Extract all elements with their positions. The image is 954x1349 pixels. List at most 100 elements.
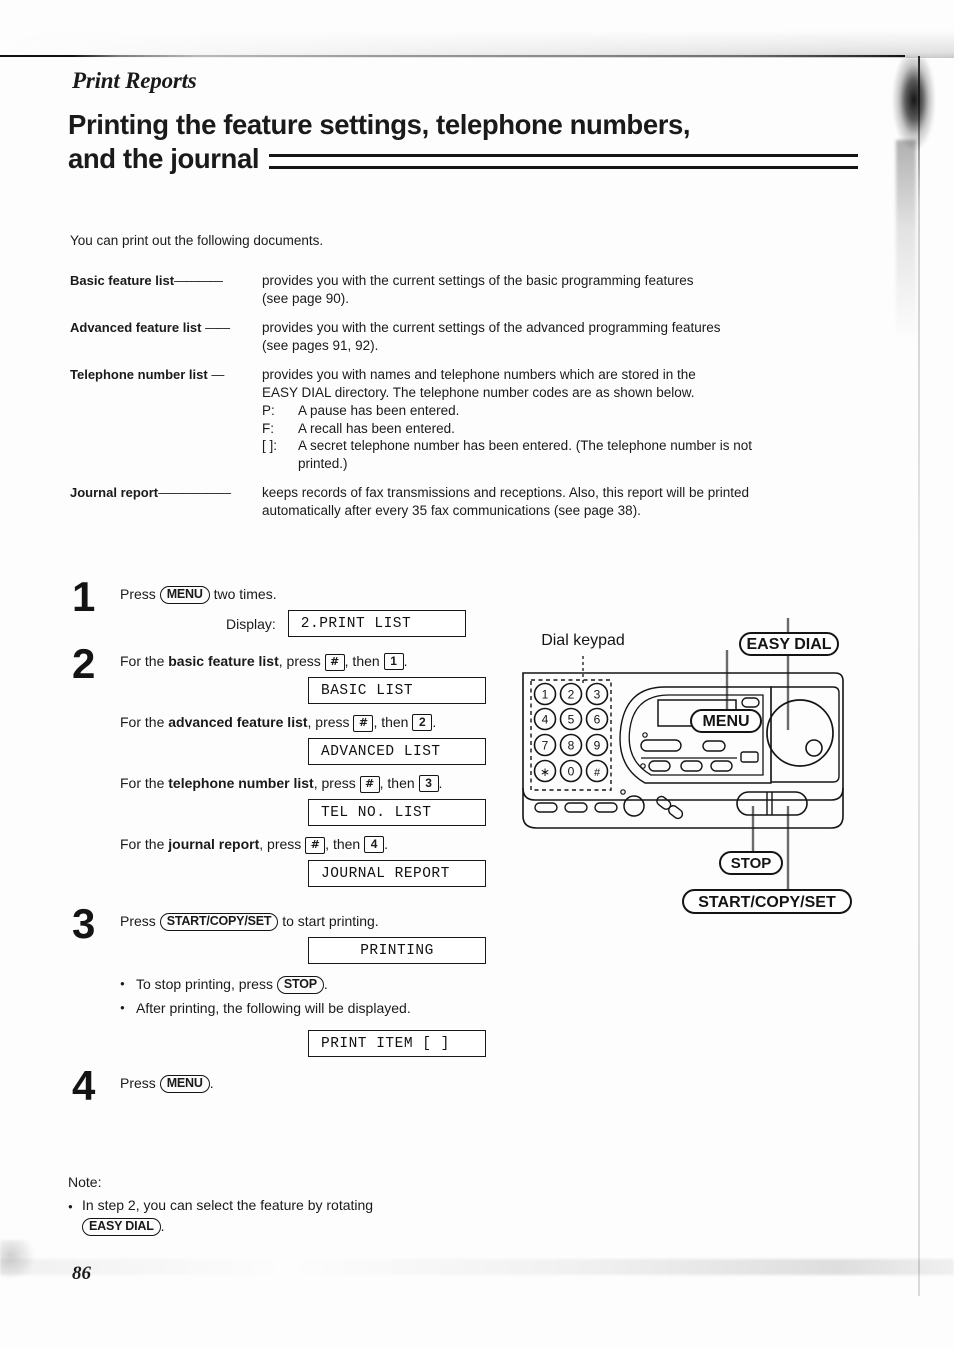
bottom-key-3	[594, 802, 618, 813]
function-key-right	[702, 740, 726, 752]
easy-dial-knob-dimple	[805, 739, 823, 757]
lcd-display: ADVANCED LIST	[308, 738, 486, 765]
scan-shadow-top	[0, 30, 954, 58]
definition-row-advanced: Advanced feature list —— provides you wi…	[70, 319, 860, 354]
step-3-display-print-item: PRINT ITEM [ ]	[308, 1030, 488, 1057]
definition-row-journal: Journal report—————— keeps records of fa…	[70, 484, 860, 519]
svg-text:3: 3	[594, 688, 601, 702]
function-key-1	[648, 760, 671, 772]
digit-key-button-3[interactable]: 3	[418, 775, 439, 792]
svg-text:2: 2	[568, 688, 575, 702]
lcd-display: BASIC LIST	[308, 677, 486, 704]
function-key-3	[710, 760, 733, 772]
step-1-text: Press MENU two times.	[120, 586, 277, 604]
page-title-line-2: and the journal	[68, 143, 260, 174]
running-head: Print Reports	[72, 68, 197, 93]
function-key-wide	[640, 739, 682, 752]
svg-text:8: 8	[568, 739, 575, 753]
step-2-option-telephone: For the telephone number list, press #, …	[120, 775, 443, 793]
callout-label-easy-dial: EASY DIAL	[746, 636, 831, 653]
definition-body-advanced: provides you with the current settings o…	[262, 320, 721, 353]
page-border-top	[0, 55, 905, 57]
callout-label-menu: MENU	[702, 713, 749, 730]
menu-key-button[interactable]: MENU	[159, 586, 210, 604]
lcd-display: JOURNAL REPORT	[308, 860, 486, 887]
svg-text:6: 6	[594, 713, 601, 727]
step-2-display-journal: JOURNAL REPORT	[308, 860, 488, 887]
step-3-text: Press START/COPY/SET to start printing.	[120, 913, 379, 931]
step-4-text: Press MENU.	[120, 1075, 214, 1093]
callout-label-stop: STOP	[731, 855, 772, 872]
menu-key-button[interactable]: MENU	[159, 1075, 210, 1093]
easy-dial-panel	[770, 686, 840, 783]
definition-term-basic: Basic feature list————	[70, 273, 223, 288]
title-double-rule	[269, 153, 858, 169]
svg-text:5: 5	[568, 713, 575, 727]
step-3-bullet-stop: To stop printing, press STOP.	[120, 972, 488, 996]
bottom-key-2	[564, 802, 588, 813]
lcd-display: 2.PRINT LIST	[287, 610, 466, 637]
definition-term-telephone: Telephone number list —	[70, 367, 224, 382]
step-number-3: 3	[72, 900, 95, 947]
procedure-steps: 1 Press MENU two times. Display: 2.PRINT…	[68, 576, 488, 1107]
step-2-option-advanced: For the advanced feature list, press #, …	[120, 714, 437, 732]
step-2: 2 For the basic feature list, press #, t…	[68, 640, 488, 887]
definition-body-telephone: provides you with names and telephone nu…	[262, 366, 860, 472]
easy-dial-key-button[interactable]: EASY DIAL	[82, 1218, 161, 1236]
stop-key-button[interactable]: STOP	[276, 976, 324, 994]
note-title: Note:	[68, 1174, 102, 1190]
telephone-code-row: P: A pause has been entered.	[262, 403, 460, 418]
telephone-code-list: P: A pause has been entered. F: A recall…	[262, 402, 860, 472]
led-indicator-a	[642, 732, 648, 738]
step-2-option-journal: For the journal report, press #, then 4.	[120, 836, 388, 854]
page-number: 86	[72, 1263, 91, 1284]
page-title-line-2-row: and the journal	[68, 142, 858, 176]
digit-key-button-1[interactable]: 1	[383, 653, 404, 670]
display-label: Display:	[226, 615, 276, 632]
intro-paragraph: You can print out the following document…	[70, 233, 324, 248]
definition-term-journal: Journal report——————	[70, 485, 231, 500]
scan-smudge-corner	[890, 58, 936, 208]
definition-row-basic: Basic feature list———— provides you with…	[70, 272, 860, 307]
step-number-4: 4	[72, 1062, 95, 1109]
led-indicator-b	[640, 763, 646, 769]
indicator-button-upper	[741, 697, 760, 708]
callout-label-start: START/COPY/SET	[698, 894, 836, 911]
fax-machine-diagram: 123 456 789 ∗ 0 # EASY DIAL MENU STOP ST…	[495, 588, 945, 928]
digit-key-button-2[interactable]: 2	[412, 714, 433, 731]
definition-body-journal: keeps records of fax transmissions and r…	[262, 485, 749, 518]
definition-term-advanced: Advanced feature list ——	[70, 320, 230, 335]
step-3: 3 Press START/COPY/SET to start printing…	[68, 900, 488, 1057]
svg-text:0: 0	[568, 765, 575, 779]
step-4: 4 Press MENU.	[68, 1065, 488, 1107]
note-body: In step 2, you can select the feature by…	[68, 1195, 373, 1237]
hash-key-button[interactable]: #	[359, 776, 380, 793]
lcd-display: PRINT ITEM [ ]	[308, 1030, 486, 1057]
step-2-display-telephone: TEL NO. LIST	[308, 799, 488, 826]
digit-key-button-4[interactable]: 4	[364, 836, 385, 853]
lcd-display: TEL NO. LIST	[308, 799, 486, 826]
hash-key-button[interactable]: #	[324, 654, 345, 671]
step-2-display-basic: BASIC LIST	[308, 677, 488, 704]
definition-list: Basic feature list———— provides you with…	[70, 272, 860, 531]
hash-key-button[interactable]: #	[305, 837, 326, 854]
led-indicator-c	[620, 789, 626, 795]
function-key-2	[680, 760, 703, 772]
bottom-key-1	[534, 802, 558, 813]
definition-row-telephone: Telephone number list — provides you wit…	[70, 366, 860, 472]
start-copy-set-key-button[interactable]: START/COPY/SET	[159, 913, 279, 931]
svg-text:9: 9	[594, 739, 601, 753]
svg-text:1: 1	[542, 688, 549, 702]
scan-smudge-corner-tail	[896, 140, 916, 340]
page-title-line-1: Printing the feature settings, telephone…	[68, 109, 691, 140]
step-number-2: 2	[72, 640, 95, 687]
step-3-bullets: To stop printing, press STOP. After prin…	[120, 972, 488, 1020]
svg-text:4: 4	[542, 713, 549, 727]
scan-speck-left	[0, 1240, 36, 1280]
machine-body-front	[522, 788, 844, 829]
step-2-option-basic: For the basic feature list, press #, the…	[120, 653, 408, 671]
keypad-key-labels: 1 2 3 4 5 6 7 8 9 ∗ 0 #	[540, 688, 601, 780]
document-page: Print Reports Printing the feature setti…	[0, 0, 954, 1349]
hash-key-button[interactable]: #	[353, 715, 374, 732]
svg-text:#: #	[594, 767, 601, 779]
